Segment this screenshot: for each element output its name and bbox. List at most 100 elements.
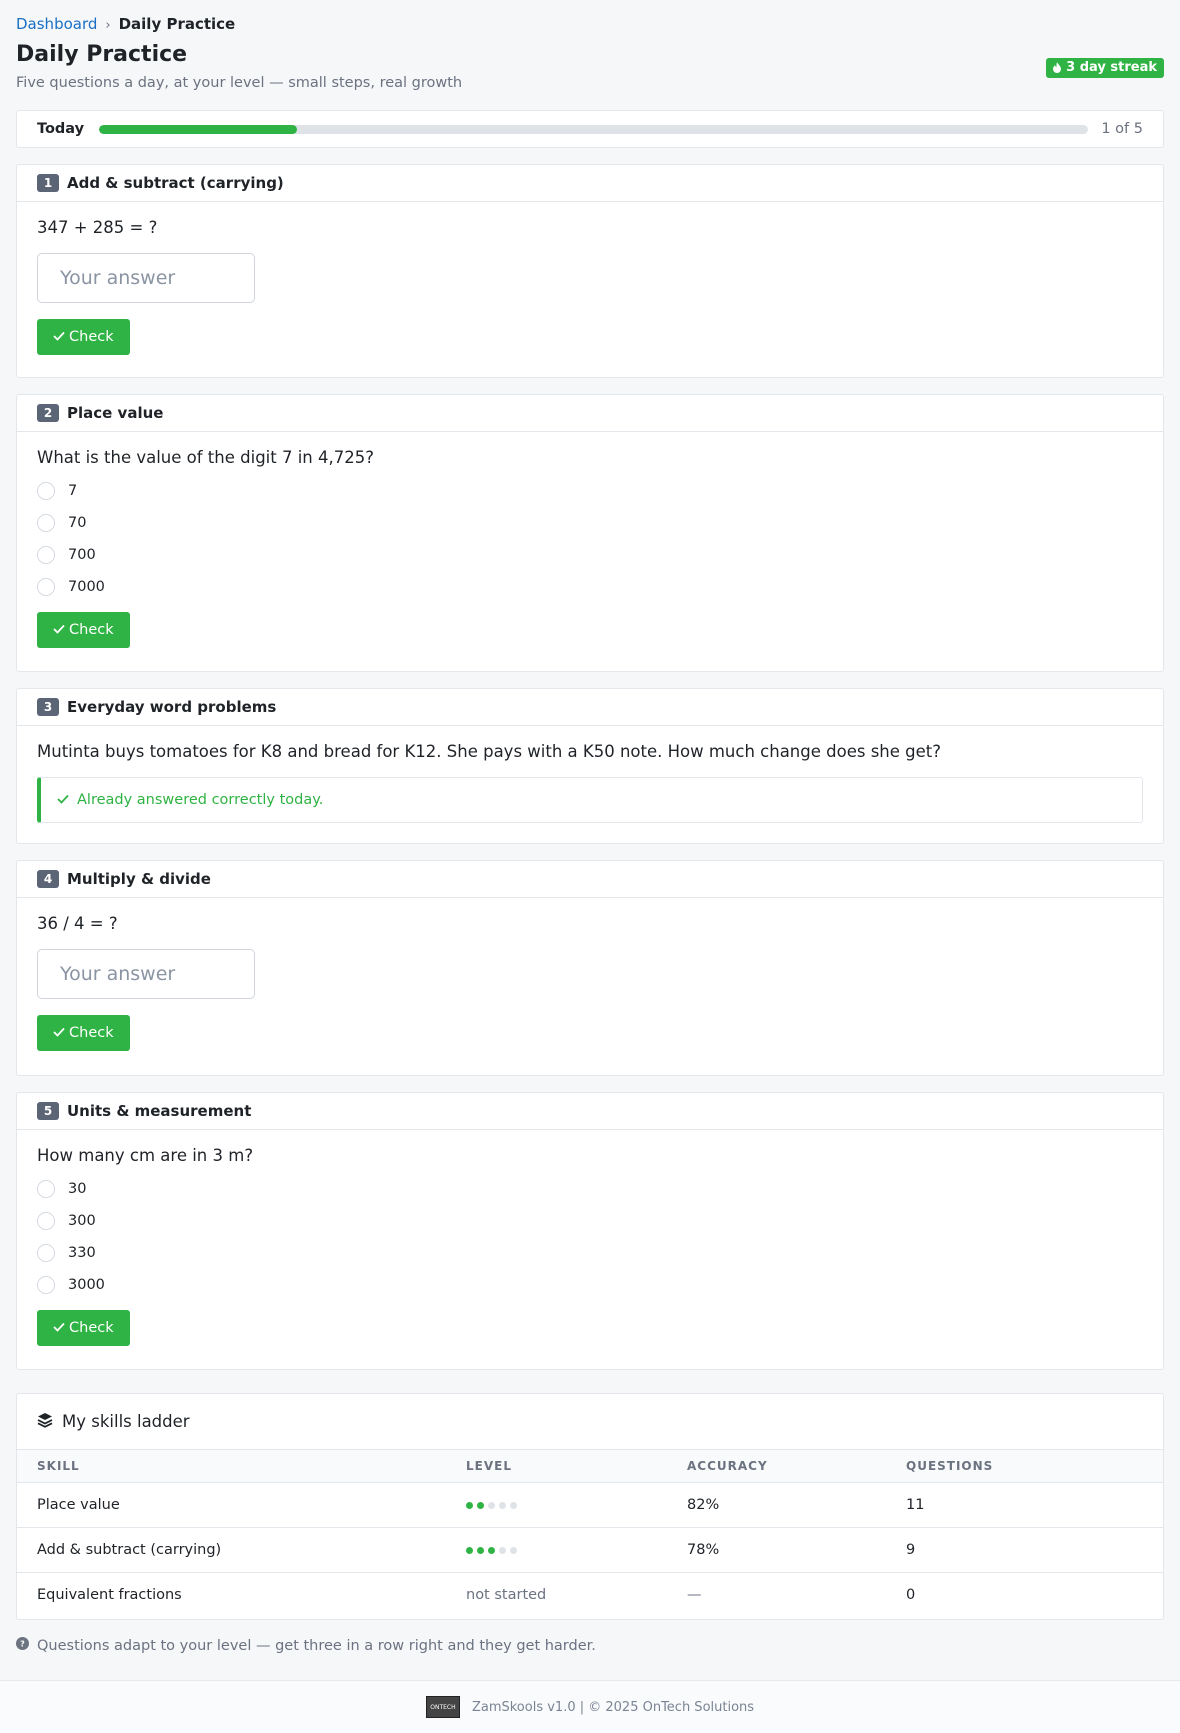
level-dot-filled [466,1501,473,1509]
level-dot-filled [466,1546,473,1554]
skills-ladder-card: My skills ladder SKILL LEVEL ACCURACY QU… [16,1393,1164,1620]
skill-name: Place value [17,1482,466,1528]
radio-button[interactable] [37,482,55,500]
level-dot-empty [510,1546,517,1554]
footer: ONTECH ZamSkools v1.0 | © 2025 OnTech So… [0,1680,1180,1733]
column-header-level: LEVEL [466,1450,687,1483]
answer-option[interactable]: 700 [37,539,1143,571]
adaptive-hint-text: Questions adapt to your level — get thre… [37,1637,596,1654]
answered-status-text: Already answered correctly today. [77,792,324,808]
check-button[interactable]: Check [37,612,130,648]
flame-icon [1052,62,1062,73]
table-row: Place value 82% 11 [17,1482,1163,1528]
question-text: What is the value of the digit 7 in 4,72… [37,448,374,467]
answer-option[interactable]: 30 [37,1173,1143,1205]
question-card-2: 2 Place value What is the value of the d… [16,394,1164,672]
radio-button[interactable] [37,578,55,596]
question-number-badge: 1 [37,174,59,192]
answer-input[interactable] [37,253,255,303]
breadcrumb-link-dashboard[interactable]: Dashboard [16,15,97,33]
skills-ladder-title: My skills ladder [62,1412,190,1431]
check-button[interactable]: Check [37,1310,130,1346]
skill-level-text: not started [466,1587,547,1603]
option-label: 7 [68,483,78,499]
question-title: Units & measurement [67,1102,252,1120]
breadcrumb-current: Daily Practice [118,15,236,33]
question-header: 3 Everyday word problems [17,689,1163,726]
level-dots [466,1546,687,1554]
check-icon [53,1320,65,1336]
breadcrumb-separator: › [105,18,111,33]
radio-button[interactable] [37,1180,55,1198]
option-label: 3000 [68,1277,105,1293]
check-button-label: Check [69,1025,114,1041]
skill-accuracy: — [687,1587,702,1603]
check-button[interactable]: Check [37,1015,130,1051]
answer-option[interactable]: 7000 [37,571,1143,603]
answer-input[interactable] [37,949,255,999]
layers-icon [37,1412,53,1432]
answer-option[interactable]: 3000 [37,1269,1143,1301]
radio-button[interactable] [37,514,55,532]
column-header-accuracy: ACCURACY [687,1450,906,1483]
breadcrumb: Dashboard › Daily Practice [16,15,235,33]
radio-button[interactable] [37,546,55,564]
question-title: Place value [67,404,164,422]
question-title: Everyday word problems [67,698,277,716]
table-header-row: SKILL LEVEL ACCURACY QUESTIONS [17,1450,1163,1483]
question-card-3: 3 Everyday word problems Mutinta buys to… [16,688,1164,844]
question-text: 36 / 4 = ? [37,914,118,933]
table-row: Equivalent fractions not started — 0 [17,1573,1163,1618]
option-label: 700 [68,547,96,563]
answer-option[interactable]: 330 [37,1237,1143,1269]
radio-button[interactable] [37,1212,55,1230]
question-text: How many cm are in 3 m? [37,1146,254,1165]
progress-label: Today [37,121,85,137]
question-header: 4 Multiply & divide [17,861,1163,898]
progress-bar-fill [99,125,297,134]
level-dot-empty [499,1501,506,1509]
table-row: Add & subtract (carrying) 78% 9 [17,1527,1163,1573]
question-text: Mutinta buys tomatoes for K8 and bread f… [37,742,941,761]
question-title: Add & subtract (carrying) [67,174,284,192]
question-card-4: 4 Multiply & divide 36 / 4 = ? Check [16,860,1164,1076]
check-button-label: Check [69,622,114,638]
radio-button[interactable] [37,1244,55,1262]
question-text: 347 + 285 = ? [37,218,158,237]
company-logo: ONTECH [425,1696,460,1718]
answer-options: 30 300 330 3000 [37,1173,1143,1301]
skill-questions: 0 [906,1587,916,1603]
question-card-5: 5 Units & measurement How many cm are in… [16,1092,1164,1370]
progress-bar [99,125,1088,134]
question-number-badge: 3 [37,698,59,716]
radio-button[interactable] [37,1276,55,1294]
page-subtitle: Five questions a day, at your level — sm… [16,75,463,91]
question-title: Multiply & divide [67,870,211,888]
skill-name: Equivalent fractions [37,1587,182,1603]
answer-option[interactable]: 7 [37,475,1143,507]
answer-options: 7 70 700 7000 [37,475,1143,603]
level-dot-filled [477,1546,484,1554]
level-dot-filled [477,1501,484,1509]
level-dot-empty [488,1501,495,1509]
skill-questions: 11 [906,1482,1163,1528]
answer-option[interactable]: 70 [37,507,1143,539]
page-title: Daily Practice [16,42,188,67]
option-label: 70 [68,515,87,531]
option-label: 7000 [68,579,105,595]
question-header: 5 Units & measurement [17,1093,1163,1130]
answer-option[interactable]: 300 [37,1205,1143,1237]
question-header: 2 Place value [17,395,1163,432]
question-number-badge: 4 [37,870,59,888]
level-dot-empty [510,1501,517,1509]
skills-table: SKILL LEVEL ACCURACY QUESTIONS Place val… [17,1450,1163,1617]
progress-count: 1 of 5 [1101,121,1143,137]
question-card-1: 1 Add & subtract (carrying) 347 + 285 = … [16,164,1164,378]
option-label: 30 [68,1181,87,1197]
answered-status: Already answered correctly today. [37,777,1143,823]
check-icon [53,1025,65,1041]
check-button[interactable]: Check [37,319,130,355]
skill-name: Add & subtract (carrying) [17,1527,466,1573]
adaptive-hint: ? Questions adapt to your level — get th… [16,1637,596,1654]
skill-questions: 9 [906,1527,1163,1573]
